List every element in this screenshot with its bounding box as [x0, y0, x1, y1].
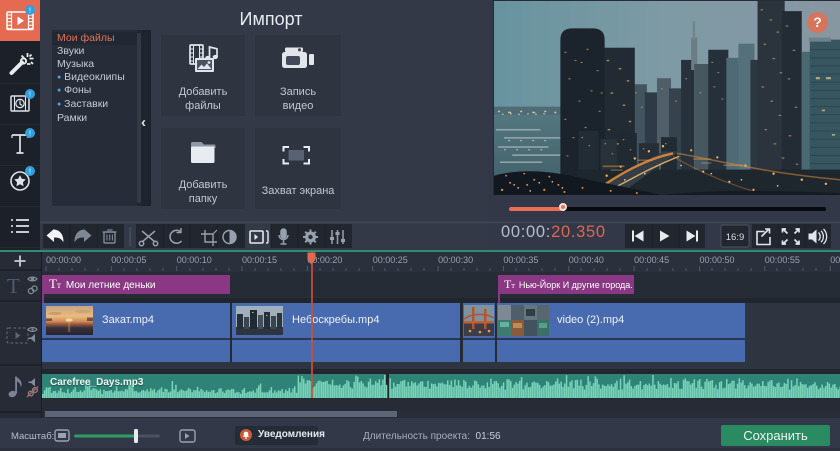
svg-text:!: !	[29, 92, 31, 99]
svg-text:00:00:10: 00:00:10	[177, 255, 212, 265]
svg-text:00:00:25: 00:00:25	[373, 255, 408, 265]
svg-text:!: !	[29, 131, 31, 138]
svg-text:00:00:50: 00:00:50	[700, 255, 735, 265]
svg-text:00:01:00: 00:01:00	[830, 255, 840, 265]
svg-text:16:9: 16:9	[726, 232, 745, 243]
svg-text:00:00:05: 00:00:05	[111, 255, 146, 265]
svg-text:00:00:35: 00:00:35	[503, 255, 538, 265]
svg-text:00:00:45: 00:00:45	[634, 255, 669, 265]
svg-text:T: T	[7, 274, 20, 298]
svg-text:00:00:55: 00:00:55	[765, 255, 800, 265]
svg-text:00:00:00: 00:00:00	[46, 255, 81, 265]
svg-text:00:00:15: 00:00:15	[242, 255, 277, 265]
svg-text:!: !	[29, 169, 31, 176]
svg-text:00:00:40: 00:00:40	[569, 255, 604, 265]
svg-text:!: !	[29, 8, 31, 15]
svg-text:00:00:30: 00:00:30	[438, 255, 473, 265]
